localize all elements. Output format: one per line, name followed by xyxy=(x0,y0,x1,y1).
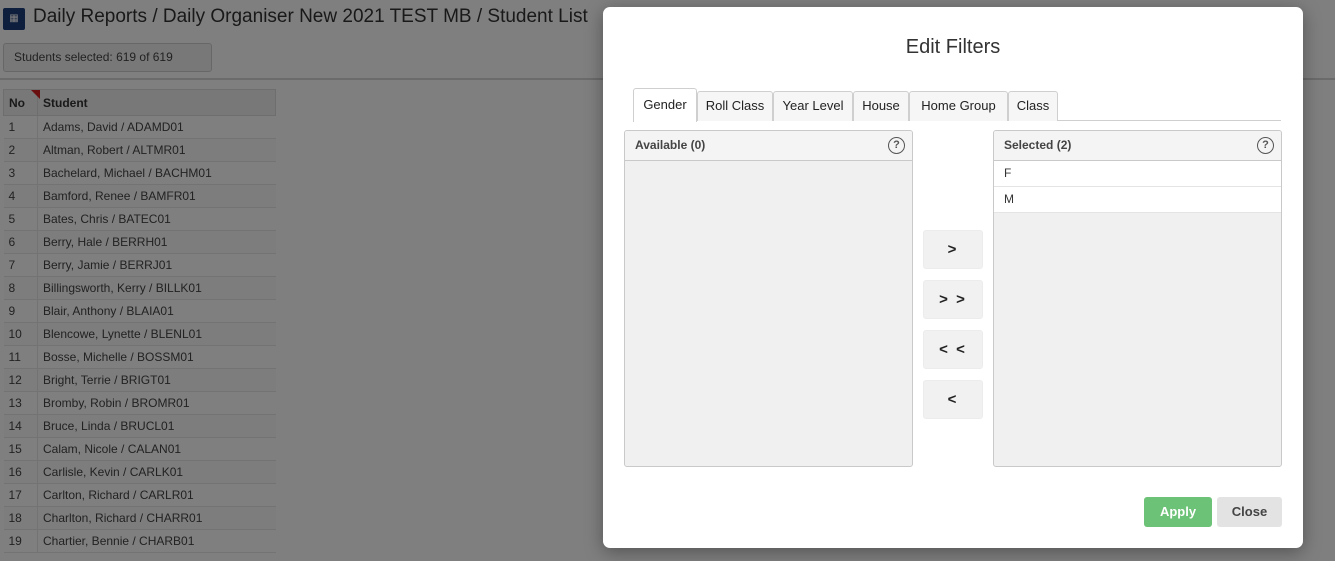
selected-help-icon[interactable]: ? xyxy=(1257,137,1274,154)
tab-class[interactable]: Class xyxy=(1008,91,1058,121)
available-list-title: Available (0) xyxy=(635,138,706,152)
dialog-title: Edit Filters xyxy=(905,36,1001,58)
available-list-header: Available (0) ? xyxy=(625,131,912,161)
edit-filters-dialog: Edit Filters Gender Roll Class Year Leve… xyxy=(603,7,1303,548)
selected-list[interactable]: Selected (2) ? FM xyxy=(993,130,1282,467)
add-all-button[interactable]: > > xyxy=(923,280,983,319)
tab-house[interactable]: House xyxy=(853,91,909,121)
tab-gender[interactable]: Gender xyxy=(633,88,697,122)
filter-tabs: Gender Roll Class Year Level House Home … xyxy=(633,88,1281,122)
list-item[interactable]: M xyxy=(994,187,1281,213)
available-list[interactable]: Available (0) ? xyxy=(624,130,913,467)
tab-home-group[interactable]: Home Group xyxy=(909,91,1008,121)
selected-list-header: Selected (2) ? xyxy=(994,131,1281,161)
remove-selected-button[interactable]: < xyxy=(923,380,983,419)
selected-items: FM xyxy=(994,161,1281,213)
apply-button[interactable]: Apply xyxy=(1144,497,1212,527)
available-help-icon[interactable]: ? xyxy=(888,137,905,154)
close-button[interactable]: Close xyxy=(1217,497,1282,527)
tab-year-level[interactable]: Year Level xyxy=(773,91,853,121)
tab-roll-class[interactable]: Roll Class xyxy=(697,91,773,121)
remove-all-button[interactable]: < < xyxy=(923,330,983,369)
list-item[interactable]: F xyxy=(994,161,1281,187)
add-selected-button[interactable]: > xyxy=(923,230,983,269)
selected-list-title: Selected (2) xyxy=(1004,138,1072,152)
